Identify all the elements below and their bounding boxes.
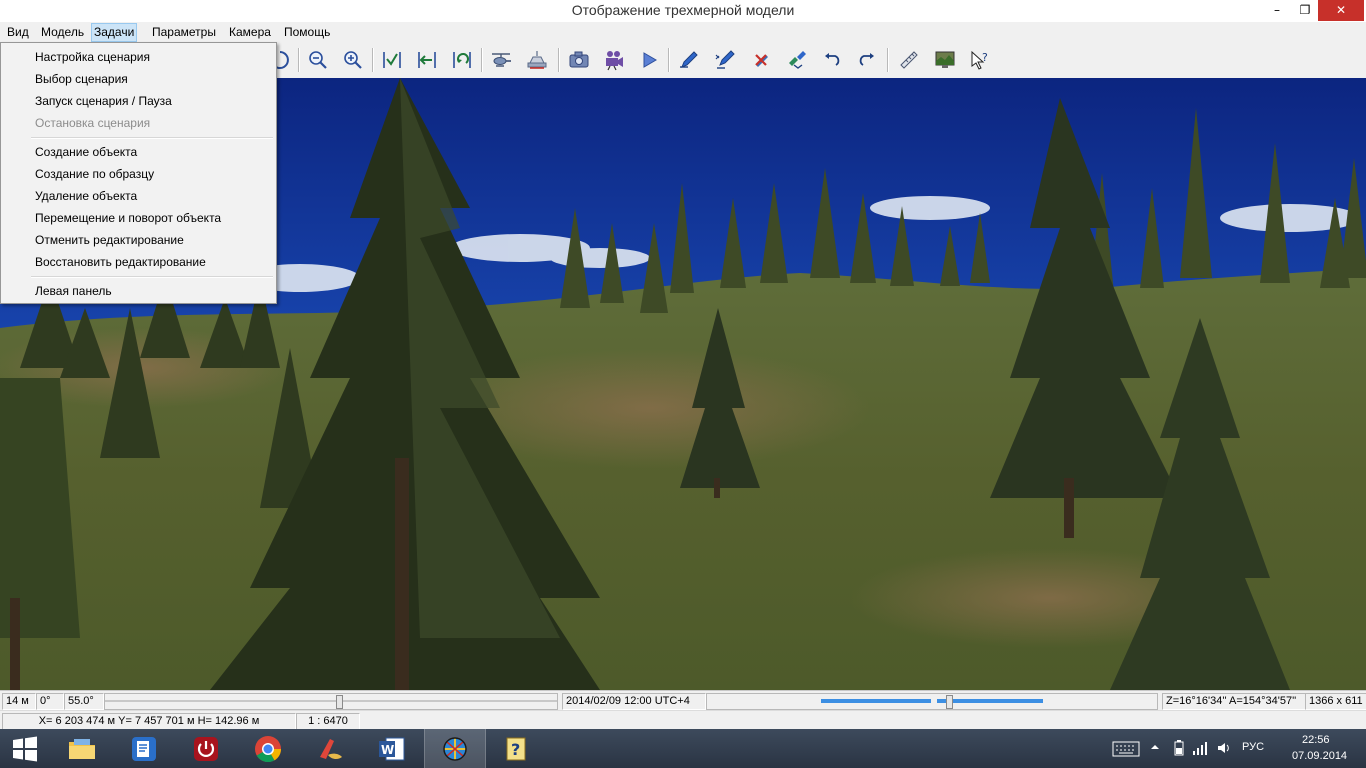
zoom-out-icon[interactable]	[305, 47, 331, 73]
play-icon[interactable]	[636, 47, 662, 73]
svg-text:W: W	[381, 743, 394, 757]
tasks-menu-dropdown: Настройка сценария Выбор сценария Запуск…	[0, 42, 277, 304]
menu-tasks[interactable]: Задачи	[91, 23, 138, 42]
taskbar-app-chrome[interactable]	[238, 729, 298, 768]
undo-icon[interactable]	[819, 47, 845, 73]
slider-thumb[interactable]	[946, 695, 953, 709]
slider-thumb[interactable]	[336, 695, 343, 709]
menu-separator	[31, 137, 273, 139]
app-window: Отображение трехмерной модели – ❐ ✕ Вид …	[0, 0, 1366, 768]
menu-item-undo-edit[interactable]: Отменить редактирование	[35, 229, 184, 251]
datetime-readout: 2014/02/09 12:00 UTC+4	[562, 693, 706, 710]
status-bar-bottom: X= 6 203 474 м Y= 7 457 701 м H= 142.96 …	[0, 710, 1366, 730]
system-tray: РУС 22:56 07.09.2014	[1106, 729, 1366, 768]
svg-text:?: ?	[982, 51, 988, 64]
close-button[interactable]: ✕	[1318, 0, 1364, 21]
ruler-icon[interactable]	[896, 47, 922, 73]
orientation-readout: Z=16°16'34'' A=154°34'57''	[1162, 693, 1306, 710]
ccleaner-icon	[320, 738, 342, 759]
slider-track	[105, 700, 557, 702]
signal-icon[interactable]	[1192, 740, 1208, 759]
svg-text:?: ?	[511, 740, 520, 759]
taskbar-app-docviewer[interactable]	[114, 729, 174, 768]
toolbar-separator	[558, 48, 560, 72]
help-pointer-icon[interactable]: ?	[966, 47, 992, 73]
taskbar-app-help[interactable]: ?	[486, 729, 546, 768]
menu-item-delete-object[interactable]: Удаление объекта	[35, 185, 137, 207]
status-bar-top: 14 м 0° 55.0° 2014/02/09 12:00 UTC+4 Z=1…	[0, 690, 1366, 711]
zoom-in-icon[interactable]	[340, 47, 366, 73]
angle-readout: 0°	[36, 693, 64, 710]
minimize-button[interactable]: –	[1262, 0, 1292, 21]
toolbar-separator	[668, 48, 670, 72]
toolbar-separator	[481, 48, 483, 72]
menu-item-left-panel[interactable]: Левая панель	[35, 280, 112, 302]
toolbar-separator	[298, 48, 300, 72]
language-indicator[interactable]: РУС	[1242, 741, 1264, 753]
taskbar-app-ccleaner[interactable]	[300, 729, 360, 768]
start-button[interactable]	[0, 729, 50, 768]
scale-slider[interactable]	[104, 693, 558, 710]
taskbar: W ? РУС 22:56 07.09.2014	[0, 729, 1366, 768]
taskbar-app-3d-model[interactable]	[424, 729, 486, 768]
menu-item-select-scenario[interactable]: Выбор сценария	[35, 68, 128, 90]
map-scale-readout: 1 : 6470	[296, 713, 360, 730]
resolution-readout: 1366 x 611	[1305, 693, 1366, 710]
taskbar-app-power[interactable]	[176, 729, 236, 768]
menu-parameters[interactable]: Параметры	[150, 24, 218, 41]
menu-view[interactable]: Вид	[5, 24, 31, 41]
slider-range	[821, 699, 931, 703]
menu-model[interactable]: Модель	[39, 24, 86, 41]
menu-item-create-object[interactable]: Создание объекта	[35, 141, 137, 163]
menu-item-redo-edit[interactable]: Восстановить редактирование	[35, 251, 206, 273]
document-viewer-icon	[132, 736, 156, 761]
windows-logo-icon	[13, 736, 37, 761]
menu-item-stop-scenario: Остановка сценария	[35, 116, 151, 130]
delete-object-icon[interactable]	[748, 47, 774, 73]
file-explorer-icon	[69, 738, 95, 759]
word-icon: W	[379, 737, 405, 760]
keyboard-icon[interactable]	[1112, 741, 1140, 760]
menu-item-create-by-template[interactable]: Создание по образцу	[35, 163, 154, 185]
power-app-icon	[194, 736, 218, 761]
help-app-icon: ?	[506, 737, 526, 760]
show-hidden-icons-icon[interactable]	[1150, 742, 1160, 755]
clock-date[interactable]: 07.09.2014	[1292, 750, 1347, 762]
menu-separator	[31, 276, 273, 278]
helicopter-icon[interactable]	[488, 47, 514, 73]
window-title: Отображение трехмерной модели	[571, 2, 795, 18]
pen-icon[interactable]	[676, 47, 702, 73]
scale-readout: 14 м	[2, 693, 36, 710]
pen-edit-icon[interactable]	[712, 47, 738, 73]
chrome-icon	[255, 735, 282, 762]
menu-item-move-rotate-object[interactable]: Перемещение и поворот объекта	[35, 207, 221, 229]
battery-icon[interactable]	[1172, 740, 1186, 759]
vehicle-icon[interactable]	[524, 47, 550, 73]
clock-time[interactable]: 22:56	[1302, 734, 1330, 746]
maximize-button[interactable]: ❐	[1290, 0, 1320, 21]
menu-bar: Вид Модель Задачи Параметры Камера Помощ…	[0, 22, 1366, 42]
menu-item-run-pause-scenario[interactable]: Запуск сценария / Пауза	[35, 90, 172, 112]
toolbar-separator	[372, 48, 374, 72]
title-bar: Отображение трехмерной модели – ❐ ✕	[0, 0, 1366, 22]
3d-globe-app-icon	[443, 736, 467, 761]
toolbar-separator	[887, 48, 889, 72]
screen-icon[interactable]	[932, 47, 958, 73]
redo-icon[interactable]	[854, 47, 880, 73]
video-camera-icon[interactable]	[601, 47, 627, 73]
menu-camera[interactable]: Камера	[227, 24, 273, 41]
volume-icon[interactable]	[1216, 740, 1232, 759]
move-object-icon[interactable]	[784, 47, 810, 73]
fov-readout: 55.0°	[64, 693, 104, 710]
reset-view-icon[interactable]	[449, 47, 475, 73]
camera-icon[interactable]	[566, 47, 592, 73]
menu-help[interactable]: Помощь	[282, 24, 332, 41]
taskbar-app-word[interactable]: W	[362, 729, 422, 768]
menu-item-scenario-settings[interactable]: Настройка сценария	[35, 46, 150, 68]
taskbar-app-explorer[interactable]	[52, 729, 112, 768]
time-slider[interactable]	[706, 693, 1158, 710]
fit-view-icon[interactable]	[379, 47, 405, 73]
coordinates-readout: X= 6 203 474 м Y= 7 457 701 м H= 142.96 …	[2, 713, 296, 730]
move-left-icon[interactable]	[414, 47, 440, 73]
